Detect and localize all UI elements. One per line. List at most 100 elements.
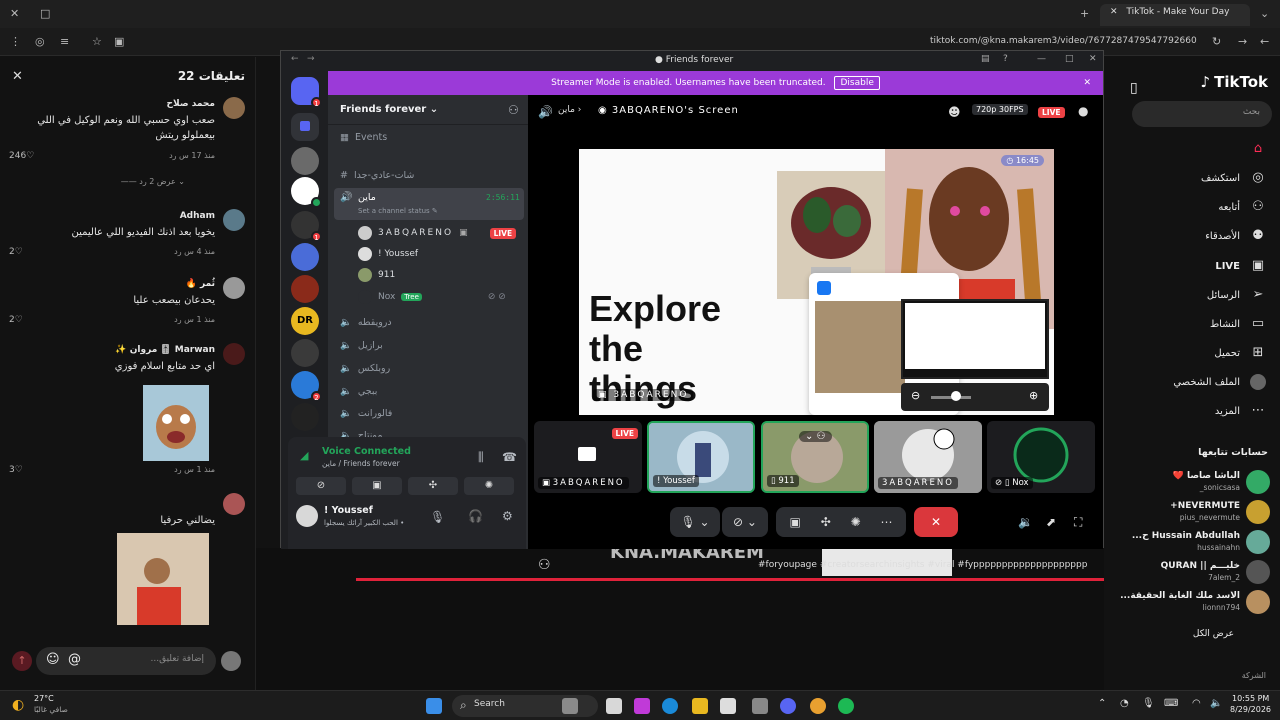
- restore-icon[interactable]: □: [40, 7, 50, 21]
- extension-icon[interactable]: ◎: [35, 35, 45, 49]
- like-count[interactable]: 246♡: [9, 151, 34, 161]
- wifi-icon[interactable]: ◠: [1192, 698, 1201, 709]
- video-hashtags[interactable]: #foryoupage #creatorsearchinsights #vira…: [758, 560, 1087, 570]
- close-window-icon[interactable]: ✕: [1089, 54, 1097, 64]
- chat-icon[interactable]: ●: [1078, 104, 1088, 118]
- server-icon[interactable]: [291, 339, 319, 367]
- avatar[interactable]: [223, 209, 245, 231]
- menu-icon[interactable]: ⋮: [10, 35, 21, 49]
- volume-icon[interactable]: 🔈: [1210, 698, 1222, 709]
- clock-date[interactable]: 8/29/2026: [1230, 705, 1271, 714]
- forward-arrow-icon[interactable]: →: [307, 54, 315, 64]
- voice-user[interactable]: 911: [358, 268, 395, 282]
- reader-icon[interactable]: ▣: [114, 35, 124, 49]
- text-channel[interactable]: # شات-عادي-جدا: [340, 170, 414, 181]
- emoji-icon[interactable]: ☺: [46, 652, 60, 667]
- breadcrumb[interactable]: ماين ›: [558, 105, 581, 115]
- minimize-icon[interactable]: —: [1037, 54, 1046, 64]
- clock-time[interactable]: 10:55 PM: [1232, 694, 1269, 703]
- chrome-icon[interactable]: [810, 698, 826, 714]
- app-icon[interactable]: [752, 698, 768, 714]
- windows-start-icon[interactable]: [426, 698, 442, 714]
- video-background[interactable]: KNA.MAKAREM #foryoupage #creatorsearchin…: [256, 542, 1104, 690]
- browser-tab[interactable]: ✕ TikTok - Make Your Day: [1100, 4, 1250, 26]
- discord-home-icon[interactable]: 1: [291, 77, 322, 108]
- nav-friends[interactable]: ⚉ الأصدقاء: [1205, 228, 1266, 244]
- server-icon[interactable]: 2: [291, 371, 322, 402]
- events-item[interactable]: ▦ Events: [340, 132, 387, 143]
- maximize-icon[interactable]: □: [1065, 54, 1074, 64]
- camera-toggle-button[interactable]: ⊘: [296, 477, 346, 495]
- disable-streamer-button[interactable]: Disable: [834, 76, 880, 90]
- send-comment-button[interactable]: ↑: [12, 651, 32, 671]
- noise-suppression-icon[interactable]: ⫼: [478, 450, 484, 465]
- tiktok-logo[interactable]: ♪ TikTok: [1201, 73, 1268, 91]
- forward-icon[interactable]: →: [1238, 35, 1247, 49]
- edge-icon[interactable]: [662, 698, 678, 714]
- following-account[interactable]: الاسد ملك الغابة الحقيقة... lionnn794: [1110, 590, 1270, 616]
- zoom-control[interactable]: ⊖ ⊕: [901, 383, 1049, 411]
- camera-button[interactable]: ⊘ ⌄: [722, 507, 768, 537]
- company-link[interactable]: الشركة: [1242, 671, 1266, 680]
- avatar[interactable]: [223, 493, 245, 515]
- search-input[interactable]: بحث: [1132, 101, 1272, 127]
- volume-icon[interactable]: 🔉: [1018, 515, 1033, 529]
- inbox-icon[interactable]: ▤: [981, 54, 990, 64]
- following-account[interactable]: الباشا صاصا ❤️ sonicsasa_: [1110, 470, 1270, 496]
- close-window-icon[interactable]: ✕: [10, 7, 19, 21]
- comment-author[interactable]: Adham: [180, 211, 215, 221]
- favorite-star-icon[interactable]: ☆: [92, 35, 102, 49]
- voice-user[interactable]: 3ABQARENO ▣ LIVE: [358, 226, 517, 240]
- voice-connected-sub[interactable]: ماين / Friends forever: [322, 459, 400, 468]
- participant-tile[interactable]: 3ABQARENO: [874, 421, 982, 493]
- spotify-icon[interactable]: [838, 698, 854, 714]
- url-text[interactable]: tiktok.com/@kna.makarem3/video/767728747…: [930, 36, 1197, 46]
- zoom-slider-thumb[interactable]: [951, 391, 961, 401]
- voice-user[interactable]: Nox Tree ⊘ ⊘: [358, 290, 506, 304]
- avatar[interactable]: [223, 97, 245, 119]
- channel-status[interactable]: Set a channel status ✎: [358, 207, 438, 215]
- voice-channel[interactable]: 🔈 فالورانت: [340, 408, 392, 419]
- participant-tile[interactable]: ⊘ ▯ Nox: [987, 421, 1095, 493]
- following-account[interactable]: NEVERMUTE+ pius_nevermute: [1110, 500, 1270, 526]
- activity-button[interactable]: ✣: [408, 477, 458, 495]
- comment-meta[interactable]: منذ 4 س رد: [174, 247, 215, 256]
- soundboard-button[interactable]: ✺: [464, 477, 514, 495]
- comment-author[interactable]: Marwan 🎚️ مروان ✨: [115, 345, 215, 355]
- network-icon[interactable]: ◔: [1120, 698, 1129, 709]
- server-icon[interactable]: [291, 403, 319, 431]
- like-count[interactable]: 3♡: [9, 465, 23, 475]
- video-progress-bar[interactable]: [356, 578, 1104, 581]
- like-count[interactable]: 2♡: [9, 247, 23, 257]
- refresh-icon[interactable]: ↻: [1212, 35, 1221, 49]
- comment-meta[interactable]: منذ 1 س رد: [174, 315, 215, 324]
- store-icon[interactable]: [720, 698, 736, 714]
- comment-meta[interactable]: منذ 1 س رد: [174, 465, 215, 474]
- popout-icon[interactable]: ⬈: [1046, 515, 1056, 529]
- comment-input[interactable]: إضافة تعليق... ☺ @: [36, 647, 216, 675]
- participant-tile[interactable]: ! Youssef: [647, 421, 755, 493]
- server-icon[interactable]: 1: [291, 211, 322, 242]
- server-icon[interactable]: [291, 113, 319, 141]
- tray-expand-icon[interactable]: ⌃: [1098, 698, 1106, 709]
- zoom-out-icon[interactable]: ⊖: [911, 389, 920, 402]
- nav-explore[interactable]: ◎ استكشف: [1201, 170, 1266, 186]
- user-avatar[interactable]: [296, 505, 318, 527]
- app-icon[interactable]: [634, 698, 650, 714]
- discord-icon[interactable]: [780, 698, 796, 714]
- server-icon[interactable]: [291, 147, 319, 175]
- disconnect-icon[interactable]: ☎: [502, 450, 517, 464]
- back-arrow-icon[interactable]: ←: [291, 54, 299, 64]
- voice-channel[interactable]: 🔈 ببجي: [340, 386, 377, 397]
- nav-profile[interactable]: الملف الشخصي: [1173, 374, 1266, 390]
- collections-icon[interactable]: ≡: [60, 35, 69, 49]
- screen-share-video[interactable]: ◷ 16:45 ⊖ ⊕ Explore the things ▣ 3ABQARE…: [579, 149, 1054, 415]
- zoom-in-icon[interactable]: ⊕: [1029, 389, 1038, 402]
- voice-channel[interactable]: 🔈 درويقطه: [340, 317, 392, 328]
- soundboard-control-icon[interactable]: ✺: [851, 515, 861, 529]
- server-icon[interactable]: [291, 177, 322, 208]
- tab-search-icon[interactable]: ⌄: [1260, 7, 1269, 21]
- user-name[interactable]: ! Youssef: [324, 505, 373, 516]
- mention-icon[interactable]: @: [68, 652, 81, 667]
- close-banner-icon[interactable]: ✕: [1083, 71, 1091, 95]
